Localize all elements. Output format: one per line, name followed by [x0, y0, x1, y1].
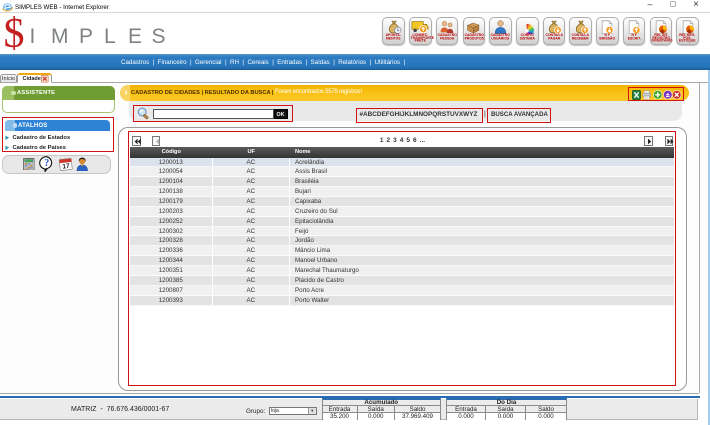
svg-text:17: 17: [62, 162, 70, 170]
svg-text:?: ?: [44, 158, 49, 169]
